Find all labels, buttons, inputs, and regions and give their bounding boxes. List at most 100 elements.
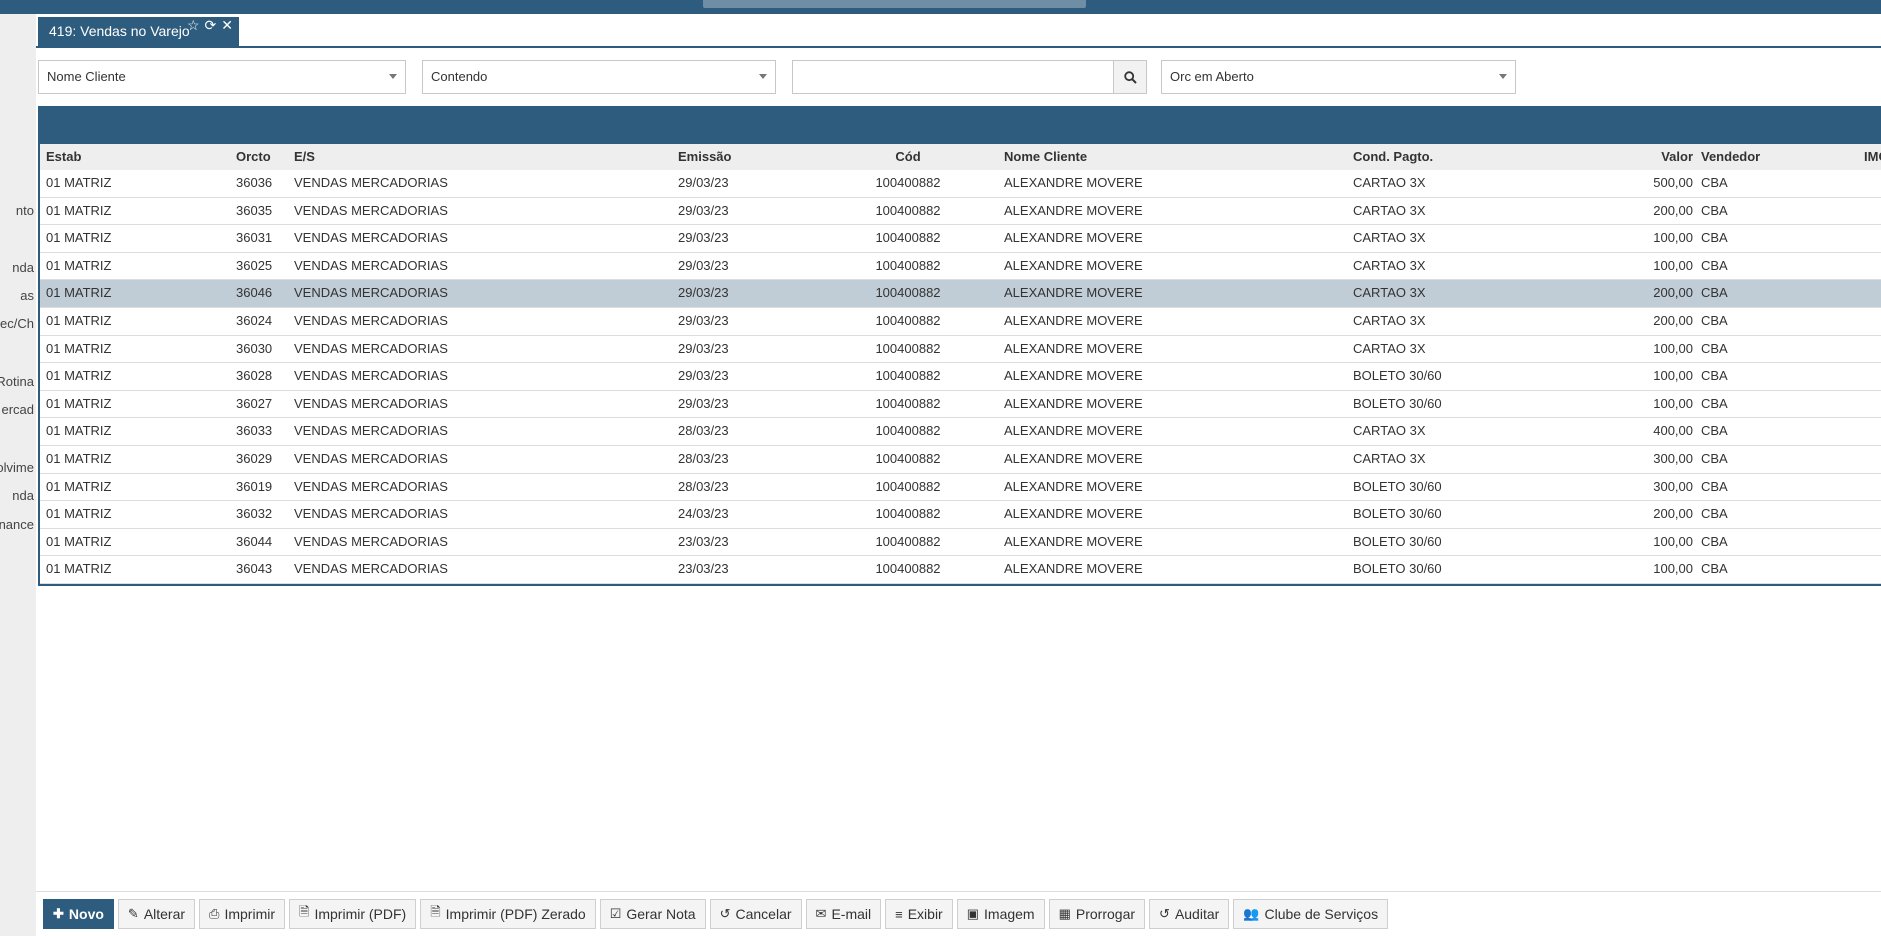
side-menu-item[interactable]: tec/Ch <box>0 316 34 331</box>
table-row[interactable]: 01 MATRIZ 36031 VENDAS MERCADORIAS 29/03/23… <box>40 225 1881 253</box>
cell-valor: 300,00 <box>1653 450 1693 466</box>
cancelar-button[interactable]: ↺ Cancelar <box>709 899 802 929</box>
cell-cond: CARTAO 3X <box>1353 423 1426 439</box>
cell-es: VENDAS MERCADORIAS <box>294 533 448 549</box>
filter-status-select[interactable]: Orc em Aberto <box>1161 60 1516 94</box>
cell-es: VENDAS MERCADORIAS <box>294 202 448 218</box>
side-menu-item[interactable]: nance <box>0 517 34 532</box>
column-header-estab[interactable]: Estab <box>46 144 81 170</box>
table-row[interactable]: 01 MATRIZ 36024 VENDAS MERCADORIAS 29/03/23… <box>40 307 1881 336</box>
alterar-button[interactable]: ✎ Alterar <box>117 899 196 929</box>
side-menu-item[interactable]: as <box>20 288 34 303</box>
cell-vendedor: CBA <box>1701 257 1728 273</box>
table-row[interactable]: 01 MATRIZ 36030 VENDAS MERCADORIAS 29/03/23… <box>40 335 1881 364</box>
gerar-nota-button[interactable]: ☑ Gerar Nota <box>599 899 706 929</box>
cell-valor: 200,00 <box>1653 285 1693 301</box>
column-header-orcto[interactable]: Orcto <box>236 144 271 170</box>
cell-cond: BOLETO 30/60 <box>1353 533 1442 549</box>
cell-cond: CARTAO 3X <box>1353 230 1426 246</box>
favorite-star-icon[interactable]: ☆ <box>187 17 200 33</box>
cell-emissao: 29/03/23 <box>678 395 729 411</box>
table-row[interactable]: 01 MATRIZ 36027 VENDAS MERCADORIAS 29/03/23… <box>40 390 1881 419</box>
imagem-button[interactable]: ▣ Imagem <box>956 899 1045 929</box>
cell-nome: ALEXANDRE MOVERE <box>1004 175 1143 190</box>
printer-icon: ⎙ <box>209 906 220 921</box>
side-menu-item[interactable]: nda <box>12 488 34 503</box>
table-row[interactable]: 01 MATRIZ 36019 VENDAS MERCADORIAS 28/03/23… <box>40 473 1881 502</box>
column-header-row: Estab Orcto E/S Emissão Cód Nome Cliente… <box>40 144 1881 170</box>
cell-es: VENDAS MERCADORIAS <box>294 340 448 356</box>
tab-vendas-no-varejo[interactable]: 419: Vendas no Varejo ☆ ⟳ ✕ <box>38 17 239 46</box>
exibir-button[interactable]: ≡ Exibir <box>885 899 953 929</box>
search-input[interactable] <box>792 60 1114 94</box>
search-button[interactable] <box>1113 60 1147 94</box>
global-search-input[interactable] <box>703 0 1086 8</box>
table-row[interactable]: 01 MATRIZ 36046 VENDAS MERCADORIAS 29/03/23… <box>40 280 1881 308</box>
refresh-icon[interactable]: ⟳ <box>205 17 217 33</box>
cell-cond: CARTAO 3X <box>1353 312 1426 328</box>
cell-estab: 01 MATRIZ <box>46 368 112 384</box>
grid-title-bar <box>40 108 1881 144</box>
column-header-cod[interactable]: Cód <box>848 144 968 170</box>
cell-orcto: 36035 <box>236 202 273 218</box>
cell-vendedor: CBA <box>1701 450 1728 466</box>
side-menu-item[interactable]: ercad <box>1 402 34 417</box>
check-square-icon: ☑ <box>609 906 622 921</box>
column-header-cond-pagto[interactable]: Cond. Pagto. <box>1353 144 1433 170</box>
clube-button[interactable]: 👥 Clube de Serviços <box>1233 899 1389 929</box>
table-row[interactable]: 01 MATRIZ 36043 VENDAS MERCADORIAS 23/03/23… <box>40 556 1881 584</box>
top-bar <box>0 0 1881 14</box>
filter-operator-select[interactable]: Contendo <box>422 60 776 94</box>
table-row[interactable]: 01 MATRIZ 36033 VENDAS MERCADORIAS 28/03/23… <box>40 418 1881 446</box>
cell-nome: ALEXANDRE MOVERE <box>1004 506 1143 522</box>
column-header-valor[interactable]: Valor <box>1661 144 1693 170</box>
cell-cod: 100400882 <box>875 450 941 466</box>
cell-vendedor: CBA <box>1701 533 1728 549</box>
prorrogar-button[interactable]: ▦ Prorrogar <box>1048 899 1146 929</box>
close-icon[interactable]: ✕ <box>221 17 233 33</box>
table-row[interactable]: 01 MATRIZ 36025 VENDAS MERCADORIAS 29/03/23… <box>40 252 1881 281</box>
imagem-button-label: Imagem <box>984 906 1035 922</box>
cell-cond: BOLETO 30/60 <box>1353 478 1442 494</box>
side-menu-item[interactable]: nto <box>16 203 34 218</box>
cell-es: VENDAS MERCADORIAS <box>294 257 448 273</box>
table-row[interactable]: 01 MATRIZ 36035 VENDAS MERCADORIAS 29/03/23… <box>40 197 1881 226</box>
column-header-imc[interactable]: IMC <box>1864 144 1881 170</box>
filter-field-select[interactable]: Nome Cliente <box>38 60 406 94</box>
column-header-es[interactable]: E/S <box>294 144 315 170</box>
imprimir-pdf-button[interactable]: 🗎 Imprimir (PDF) <box>289 899 417 929</box>
gerar-nota-button-label: Gerar Nota <box>626 906 696 922</box>
novo-button[interactable]: ✚ Novo <box>43 899 114 929</box>
cell-estab: 01 MATRIZ <box>46 450 112 466</box>
cell-estab: 01 MATRIZ <box>46 285 112 301</box>
table-row[interactable]: 01 MATRIZ 36029 VENDAS MERCADORIAS 28/03/23… <box>40 445 1881 474</box>
side-menu-item[interactable]: nda <box>12 260 34 275</box>
cell-emissao: 23/03/23 <box>678 561 729 577</box>
column-header-nome-cliente[interactable]: Nome Cliente <box>1004 144 1087 170</box>
cell-valor: 200,00 <box>1653 202 1693 218</box>
cell-emissao: 29/03/23 <box>678 230 729 246</box>
tab-underline <box>36 46 1881 48</box>
table-row[interactable]: 01 MATRIZ 36036 VENDAS MERCADORIAS 29/03/23… <box>40 170 1881 198</box>
email-button[interactable]: ✉ E-mail <box>805 899 882 929</box>
imprimir-button[interactable]: ⎙ Imprimir <box>199 899 285 929</box>
envelope-icon: ✉ <box>815 906 827 921</box>
cell-nome: ALEXANDRE MOVERE <box>1004 478 1143 494</box>
cell-valor: 100,00 <box>1653 257 1693 273</box>
table-row[interactable]: 01 MATRIZ 36028 VENDAS MERCADORIAS 29/03/23… <box>40 363 1881 391</box>
toolbar-divider <box>36 891 1881 892</box>
table-row[interactable]: 01 MATRIZ 36044 VENDAS MERCADORIAS 23/03/23… <box>40 528 1881 557</box>
imprimir-pdf-zerado-button[interactable]: 🗎 Imprimir (PDF) Zerado <box>420 899 596 929</box>
column-header-vendedor[interactable]: Vendedor <box>1701 144 1760 170</box>
column-header-emissao[interactable]: Emissão <box>678 144 731 170</box>
side-menu: nto nda as tec/Ch Rotina ercad olvime nda nance <box>0 14 36 936</box>
side-menu-item[interactable]: Rotina <box>0 374 34 389</box>
auditar-button[interactable]: ↺ Auditar <box>1149 899 1230 929</box>
cell-cod: 100400882 <box>875 395 941 411</box>
side-menu-item[interactable]: olvime <box>0 460 34 475</box>
cell-orcto: 36033 <box>236 423 273 439</box>
cell-vendedor: CBA <box>1701 561 1728 577</box>
cell-cod: 100400882 <box>875 202 941 218</box>
table-row[interactable]: 01 MATRIZ 36032 VENDAS MERCADORIAS 24/03/23… <box>40 501 1881 529</box>
cell-es: VENDAS MERCADORIAS <box>294 561 448 577</box>
